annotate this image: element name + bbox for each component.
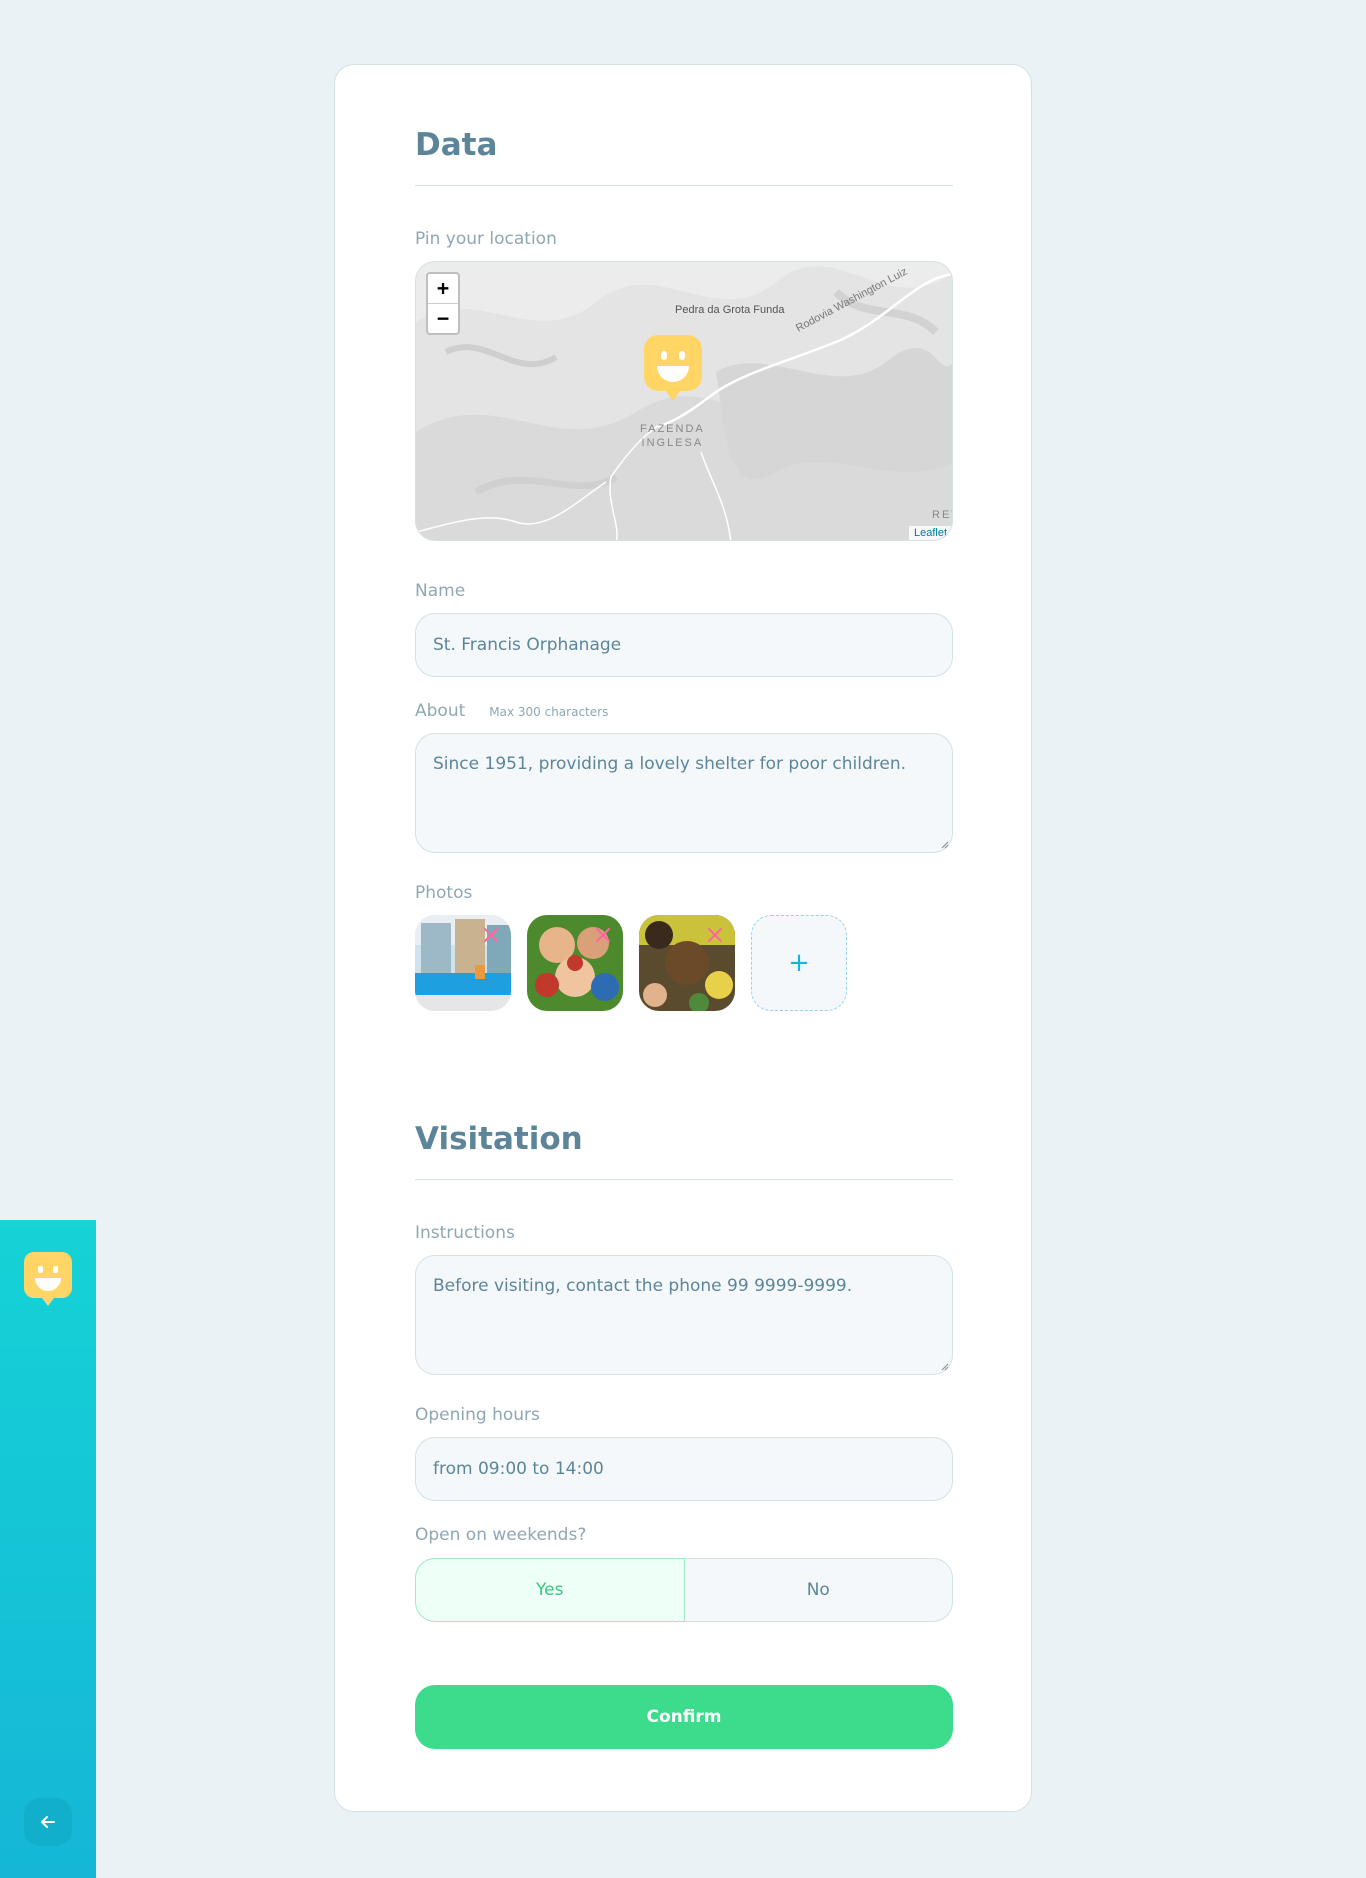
weekends-no-button[interactable]: No [684,1558,953,1622]
remove-photo-icon[interactable] [703,923,727,947]
section-title-data: Data [415,127,953,186]
arrow-left-icon [41,1816,55,1828]
photos-label: Photos [415,883,473,903]
about-textarea[interactable]: Since 1951, providing a lovely shelter f… [415,733,953,853]
resize-handle-icon[interactable] [941,1363,949,1371]
weekends-yes-button[interactable]: Yes [415,1558,685,1622]
remove-photo-icon[interactable] [591,923,615,947]
map-place-label: Pedra da Grota Funda [675,304,785,316]
map-area-label: FAZENDA INGLESA [640,423,705,449]
photo-thumbnail [527,915,623,1011]
instructions-textarea[interactable]: Before visiting, contact the phone 99 99… [415,1255,953,1375]
confirm-button[interactable]: Confirm [415,1685,953,1749]
zoom-in-button[interactable]: + [428,274,458,304]
location-map[interactable]: + − Pedra da Grota Funda Rodovia Washing… [415,261,953,541]
map-label: Pin your location [415,229,557,249]
map-edge-label: RET [932,509,952,521]
photo-thumbnail [639,915,735,1011]
opening-hours-label: Opening hours [415,1405,540,1425]
resize-handle-icon[interactable] [941,841,949,849]
about-hint: Max 300 characters [489,705,609,719]
instructions-label: Instructions [415,1223,515,1243]
happy-logo-icon [24,1252,72,1306]
about-label: About Max 300 characters [415,701,609,721]
zoom-out-button[interactable]: − [428,304,458,333]
weekends-toggle: Yes No [415,1558,953,1622]
add-photo-button[interactable]: + [751,915,847,1011]
photo-thumbnail [415,915,511,1011]
opening-hours-input[interactable]: from 09:00 to 14:00 [415,1437,953,1501]
name-input[interactable]: St. Francis Orphanage [415,613,953,677]
weekends-label: Open on weekends? [415,1525,587,1545]
map-marker-icon[interactable] [644,335,702,405]
back-button[interactable] [24,1798,72,1846]
sidebar [0,1220,96,1878]
name-label: Name [415,581,466,601]
remove-photo-icon[interactable] [479,923,503,947]
section-title-visitation: Visitation [415,1121,953,1180]
map-zoom-control: + − [426,272,460,335]
map-attribution-link[interactable]: Leaflet [908,526,952,540]
photos-grid: + [415,915,847,1011]
create-orphanage-form: Data Pin your location + − Pedra da Grot… [334,64,1032,1812]
